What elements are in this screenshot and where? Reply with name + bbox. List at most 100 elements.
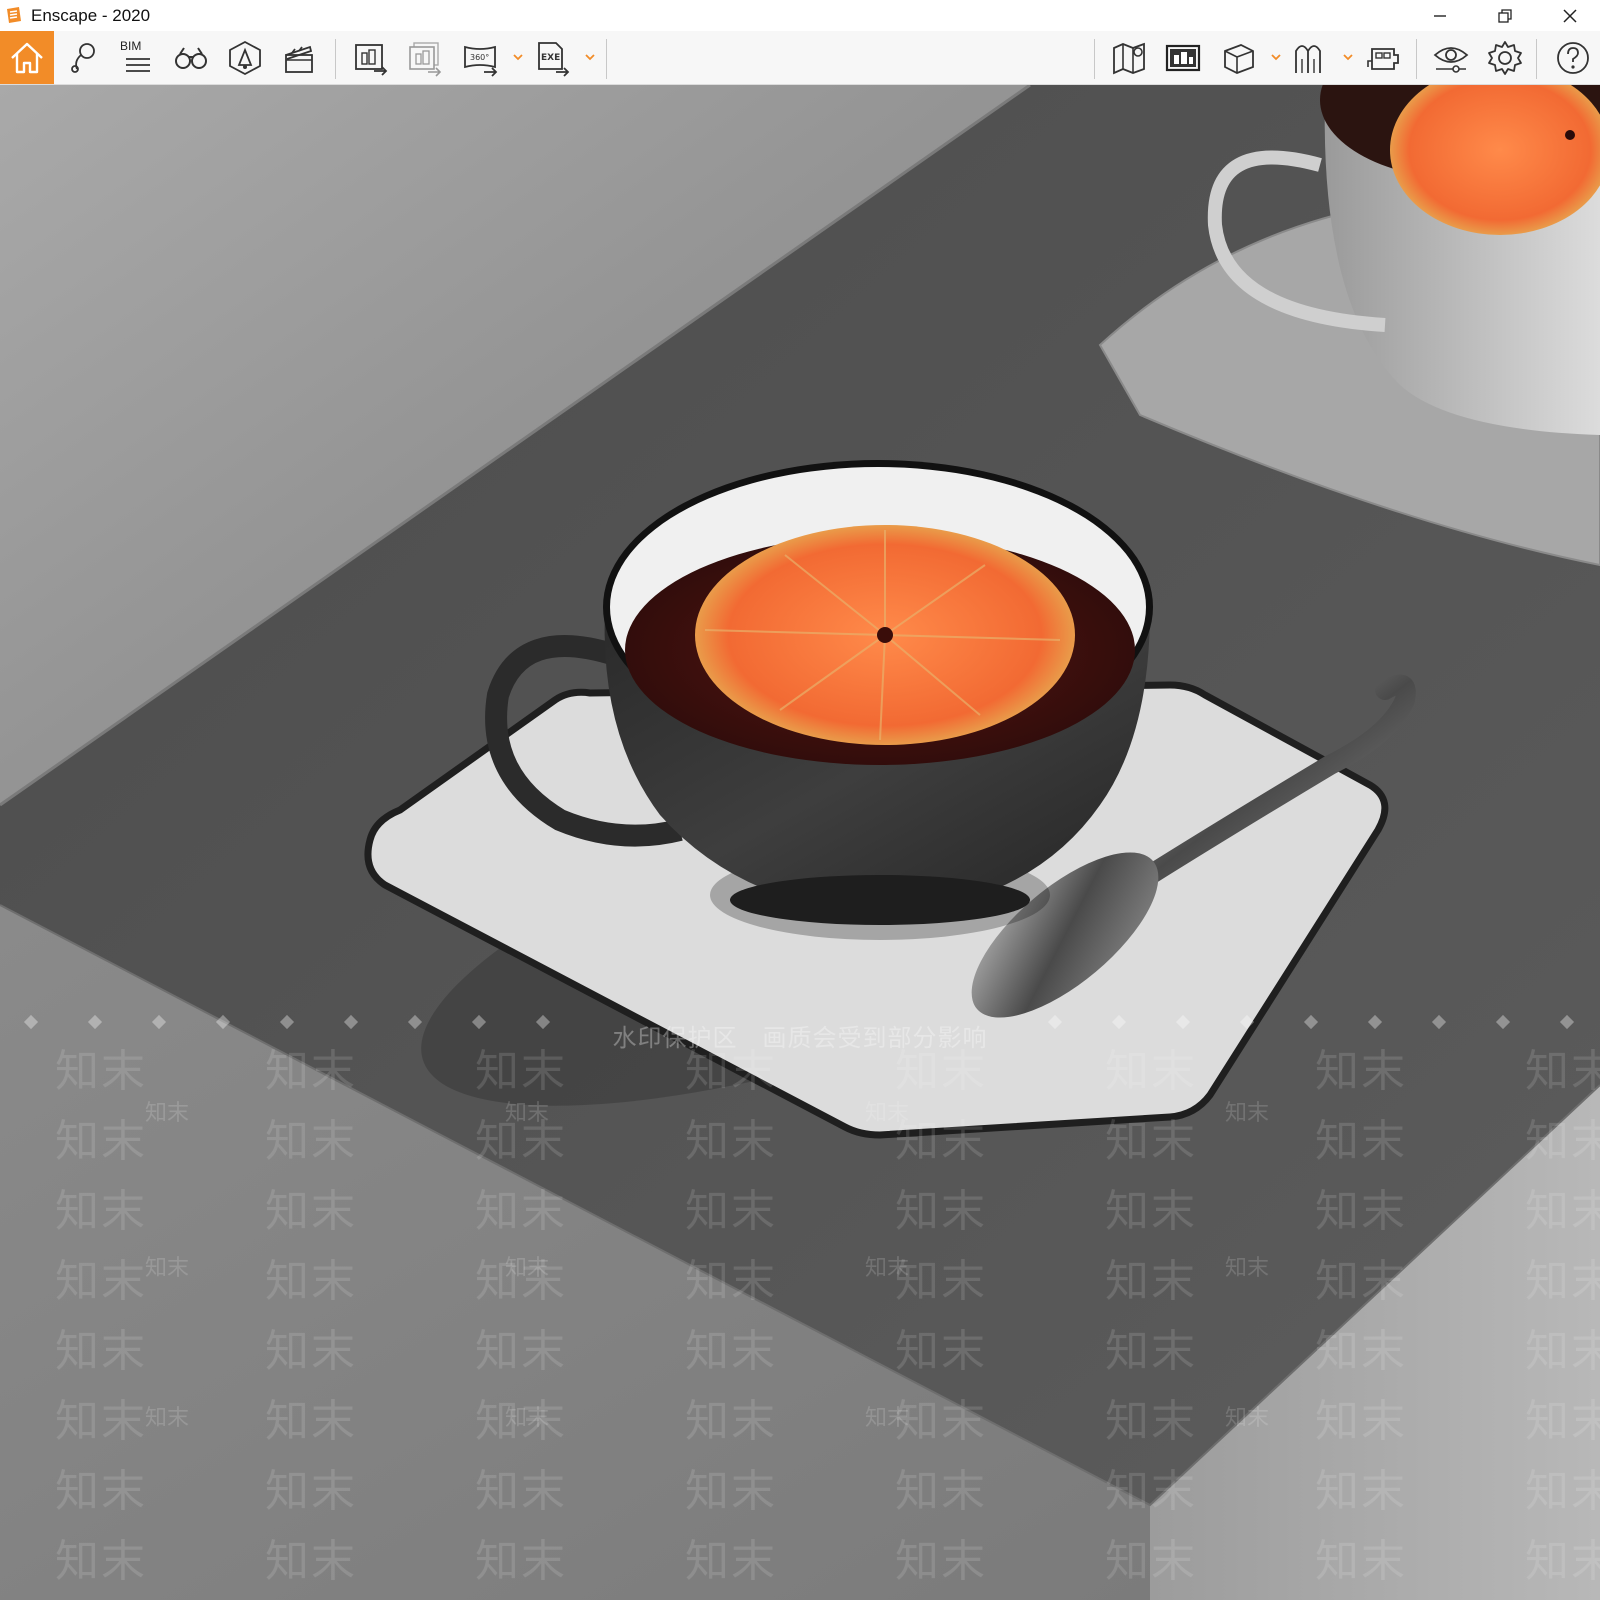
watermark-text: 知末: [1105, 1256, 1197, 1307]
help-button[interactable]: [1548, 33, 1598, 83]
asset-library-button[interactable]: [220, 33, 270, 83]
settings-button[interactable]: [1480, 33, 1530, 83]
watermark-text: 知末: [55, 1396, 147, 1447]
watermark-text: 知末: [895, 1326, 987, 1377]
batch-render-button[interactable]: [400, 33, 450, 83]
export-exe-icon: EXE: [538, 42, 570, 77]
watermark-small-text: 知末: [1225, 1256, 1270, 1281]
toolbar-separator: [1536, 39, 1537, 79]
watermark-text: 知末: [1315, 1466, 1407, 1517]
watermark-text: 知末: [475, 1046, 567, 1097]
watermark-text: 知末: [1315, 1326, 1407, 1377]
toolbar-separator: [606, 39, 607, 79]
watermark-text: 知末: [1525, 1466, 1600, 1517]
export-screenshot-icon: [355, 44, 388, 76]
chevron-down-icon[interactable]: [1342, 51, 1354, 63]
toolbar-separator: [1094, 39, 1095, 79]
watermark-text: 知末: [265, 1326, 357, 1377]
watermark-text: 知末: [265, 1396, 357, 1447]
site-context-button[interactable]: [1286, 33, 1336, 83]
view-management-button[interactable]: [1158, 33, 1208, 83]
home-button[interactable]: [0, 31, 54, 84]
watermark-text: 知末: [1105, 1186, 1197, 1237]
watermark-text: 知末: [265, 1466, 357, 1517]
watermark-text: 知末: [685, 1326, 777, 1377]
watermark-text: 知末: [895, 1536, 987, 1587]
binoculars-icon: [175, 47, 207, 69]
chevron-down-icon[interactable]: [512, 51, 524, 63]
watermark-small-text: 知末: [1225, 1101, 1270, 1126]
render-viewport[interactable]: 水印保护区 画质会受到部分影响 知末 知末 知末 知末 知末 知末 知末 知末 …: [0, 85, 1600, 1600]
watermark-text: 知末: [475, 1186, 567, 1237]
watermark-text: 知末: [1315, 1536, 1407, 1587]
watermark-text: 知末: [1525, 1186, 1600, 1237]
watermark-text: 知末: [1525, 1326, 1600, 1377]
toolbar-separator: [1416, 39, 1417, 79]
export-panorama-icon: 360°: [464, 45, 498, 77]
watermark-small-text: 知末: [145, 1256, 190, 1281]
watermark-text: 知末: [1525, 1116, 1600, 1167]
batch-render-icon: [409, 42, 442, 77]
map-icon: [1113, 42, 1145, 75]
watermark-text: 知末: [1315, 1256, 1407, 1307]
watermark-text: 知末: [895, 1186, 987, 1237]
watermark-text: 知末: [685, 1116, 777, 1167]
watermark-text: 知末: [895, 1046, 987, 1097]
watermark-text: 知末: [1105, 1396, 1197, 1447]
watermark-text: 知末: [1105, 1046, 1197, 1097]
watermark-text: 知末: [55, 1326, 147, 1377]
watermark-text: 知末: [1105, 1466, 1197, 1517]
window-title: Enscape - 2020: [31, 6, 151, 25]
binoculars-button[interactable]: [166, 33, 216, 83]
material-editor-button[interactable]: [1214, 33, 1264, 83]
watermark-text: 知末: [1315, 1396, 1407, 1447]
view-management-icon: [1165, 44, 1201, 72]
watermark-text: 知末: [1525, 1396, 1600, 1447]
location-button[interactable]: [58, 33, 108, 83]
svg-text:EXE: EXE: [541, 53, 560, 63]
toolbar-separator: [335, 39, 336, 79]
svg-text:360°: 360°: [470, 53, 489, 62]
video-editor-icon: [285, 45, 313, 73]
watermark-text: 知末: [685, 1046, 777, 1097]
watermark-small-text: 知末: [865, 1101, 910, 1126]
watermark-text: 知末: [265, 1046, 357, 1097]
minimize-button[interactable]: [1410, 0, 1470, 31]
map-button[interactable]: [1104, 33, 1154, 83]
watermark-text: 知末: [685, 1396, 777, 1447]
export-exe-button[interactable]: EXE: [528, 33, 578, 83]
export-screenshot-button[interactable]: [346, 33, 396, 83]
watermark-text: 知末: [265, 1116, 357, 1167]
watermark-text: 知末: [1315, 1186, 1407, 1237]
restore-button[interactable]: [1475, 0, 1535, 31]
chevron-down-icon[interactable]: [584, 51, 596, 63]
bim-info-button[interactable]: [112, 33, 162, 83]
watermark-text: 知末: [475, 1536, 567, 1587]
chevron-down-icon[interactable]: [1270, 51, 1282, 63]
help-icon: [1557, 42, 1589, 74]
minimize-icon: [1434, 14, 1446, 17]
watermark-text: 知末: [55, 1466, 147, 1517]
watermark-small-text: 知末: [505, 1101, 550, 1126]
main-toolbar: BIM 360° EXE: [0, 31, 1600, 106]
export-panorama-button[interactable]: 360°: [456, 33, 506, 83]
watermark-small-text: 知末: [1225, 1406, 1270, 1431]
watermark-small-text: 知末: [505, 1406, 550, 1431]
vr-headset-icon: [1367, 48, 1399, 70]
watermark-small-text: 知末: [865, 1256, 910, 1281]
watermark-text: 知末: [1315, 1116, 1407, 1167]
close-button[interactable]: [1540, 0, 1600, 31]
visual-settings-button[interactable]: [1426, 33, 1476, 83]
watermark-text: 知末: [685, 1186, 777, 1237]
watermark-text: 知末: [265, 1256, 357, 1307]
visual-settings-icon: [1433, 47, 1469, 73]
watermark-text: 知末: [265, 1536, 357, 1587]
watermark-text: 知末: [895, 1466, 987, 1517]
vr-headset-button[interactable]: [1358, 33, 1408, 83]
watermark-small-text: 知末: [145, 1406, 190, 1431]
settings-icon: [1488, 41, 1522, 75]
watermark-text: 知末: [1525, 1046, 1600, 1097]
watermark-text: 知末: [55, 1046, 147, 1097]
video-editor-button[interactable]: [274, 33, 324, 83]
watermark-text: 知末: [685, 1536, 777, 1587]
